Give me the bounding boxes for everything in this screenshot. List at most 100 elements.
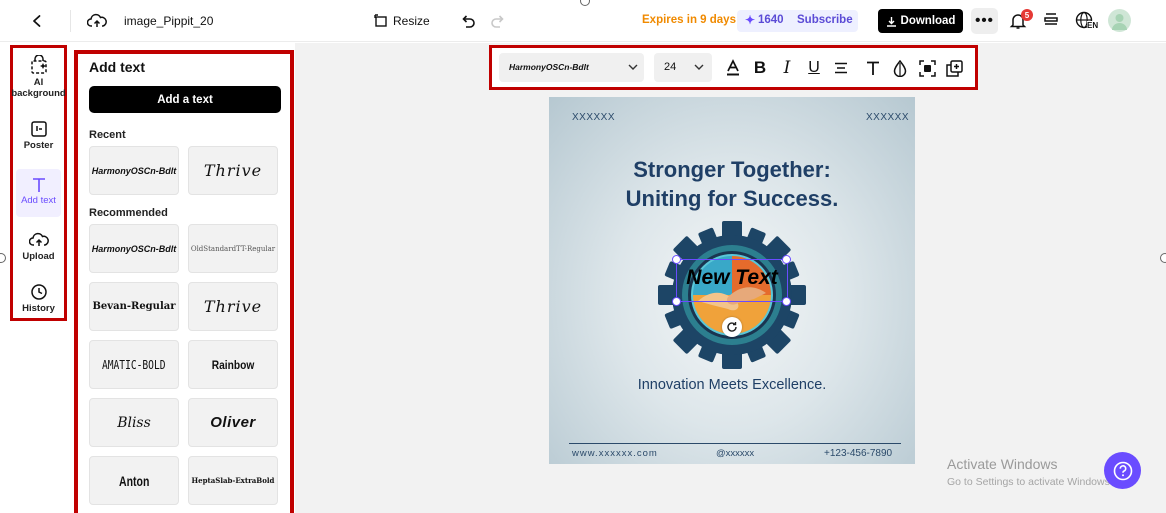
poster-icon	[30, 121, 47, 137]
resize-handle[interactable]	[672, 297, 681, 306]
expires-text: Expires in 9 days	[642, 14, 736, 26]
italic-button[interactable]: I	[776, 57, 798, 79]
font-preview: Bliss	[117, 414, 151, 431]
add-text-button[interactable]: Add a text	[89, 86, 281, 113]
italic-icon: I	[783, 58, 791, 78]
clock-icon	[30, 284, 47, 300]
font-card-recommended[interactable]: Rainbow	[188, 340, 278, 389]
select-area-icon	[918, 59, 936, 77]
font-preview: HeptaSlab-ExtraBold	[191, 476, 275, 485]
font-preview: Oliver	[210, 414, 256, 431]
rail-item-upload[interactable]: Upload	[13, 231, 64, 262]
chevron-left-icon	[33, 15, 41, 27]
font-family-value: HarmonyOSCn-Bdlt	[509, 62, 589, 72]
rail-item-poster[interactable]: Poster	[13, 120, 64, 151]
rail-item-history[interactable]: History	[13, 283, 64, 314]
font-card-recommended[interactable]: Oliver	[188, 398, 278, 447]
resize-handle[interactable]	[782, 255, 791, 264]
chevron-down-icon	[628, 64, 638, 70]
font-size-value: 24	[664, 61, 677, 73]
font-card-recommended[interactable]: Bliss	[89, 398, 179, 447]
align-center-icon	[835, 62, 847, 74]
credits-badge[interactable]: ✦ 1640 Subscribe	[737, 10, 858, 32]
help-button[interactable]	[1104, 452, 1141, 489]
font-preview: Anton	[118, 472, 150, 489]
new-text-overlay[interactable]: New Text	[676, 266, 788, 290]
redo-icon	[491, 15, 504, 28]
poster-canvas[interactable]: XXXXXX XXXXXX Stronger Together: Uniting…	[549, 97, 915, 464]
chevron-down-icon	[694, 64, 704, 70]
font-card-recommended[interactable]: OldStandardTT-Regular	[188, 224, 278, 273]
language-code: EN	[1087, 21, 1099, 30]
cloud-save-button[interactable]	[86, 8, 108, 34]
redo-button[interactable]	[488, 8, 508, 34]
rail-label: History	[22, 303, 55, 314]
rail-label: Add text	[21, 195, 56, 206]
poster-footer-phone: +123-456-7890	[824, 448, 893, 459]
text-style-button[interactable]	[862, 57, 884, 79]
resize-handle[interactable]	[782, 297, 791, 306]
add-text-panel: Add text Add a text Recent HarmonyOSCn-B…	[74, 50, 294, 513]
bold-button[interactable]: B	[749, 57, 771, 79]
font-card-recommended[interactable]: Thrive	[188, 282, 278, 331]
font-preview: HarmonyOSCn-Bdlt	[91, 165, 177, 176]
rotate-handle[interactable]	[722, 317, 742, 337]
font-preview: Bevan-Regular	[92, 301, 176, 312]
poster-headline-2[interactable]: Uniting for Success.	[549, 186, 915, 212]
notification-badge: 5	[1021, 9, 1033, 21]
layers-icon	[1044, 13, 1058, 25]
font-card-recent[interactable]: Thrive	[188, 146, 278, 195]
poster-headline-1[interactable]: Stronger Together:	[549, 157, 915, 183]
underline-button[interactable]: U	[803, 57, 825, 79]
text-icon	[32, 178, 45, 192]
font-preview: Thrive	[203, 297, 263, 316]
resize-label: Resize	[393, 14, 430, 28]
font-card-recommended[interactable]: AMATIC-BOLD	[89, 340, 179, 389]
layers-button[interactable]	[1043, 12, 1061, 30]
canvas-handle[interactable]	[1160, 253, 1166, 263]
duplicate-button[interactable]	[943, 57, 965, 79]
subscribe-link[interactable]: Subscribe	[797, 14, 853, 26]
font-card-recommended[interactable]: HeptaSlab-ExtraBold	[188, 456, 278, 505]
duplicate-icon	[945, 59, 963, 77]
rail-item-ai-background[interactable]: AI background	[11, 55, 66, 99]
back-button[interactable]	[26, 8, 48, 34]
font-preview: HarmonyOSCn-Bdlt	[91, 243, 177, 254]
text-color-icon	[727, 59, 739, 76]
credits-count: 1640	[758, 14, 784, 26]
file-name[interactable]: image_Pippit_20	[124, 14, 213, 28]
font-preview: AMATIC-BOLD	[102, 357, 166, 372]
font-family-select[interactable]: HarmonyOSCn-Bdlt	[499, 53, 644, 82]
align-button[interactable]	[830, 57, 852, 79]
panel-title: Add text	[89, 59, 145, 75]
resize-handle[interactable]	[672, 255, 681, 264]
resize-button[interactable]: Resize	[374, 8, 434, 34]
language-button[interactable]: EN	[1075, 10, 1101, 32]
font-card-recommended[interactable]: HarmonyOSCn-Bdlt	[89, 224, 179, 273]
more-dots-icon: •••	[975, 12, 994, 29]
font-card-recommended[interactable]: Bevan-Regular	[89, 282, 179, 331]
opacity-button[interactable]	[889, 57, 911, 79]
poster-footer-rule	[569, 443, 901, 444]
tool-rail: AI background Poster Add text Upload His…	[10, 45, 67, 321]
rail-label: AI background	[11, 77, 66, 99]
poster-tagline[interactable]: Innovation Meets Excellence.	[549, 377, 915, 393]
canvas-handle[interactable]	[0, 253, 6, 263]
droplet-icon	[893, 59, 907, 77]
crop-button[interactable]	[916, 57, 938, 79]
cloud-upload-icon	[87, 13, 107, 27]
avatar[interactable]	[1108, 9, 1131, 32]
rail-item-add-text[interactable]: Add text	[16, 169, 61, 217]
font-card-recommended[interactable]: Anton	[89, 456, 179, 505]
undo-button[interactable]	[458, 8, 478, 34]
top-bar: image_Pippit_20 Resize Expires in 9 days…	[0, 0, 1166, 42]
notifications-button[interactable]: 5	[1009, 9, 1033, 31]
text-color-button[interactable]	[722, 57, 744, 79]
font-size-select[interactable]: 24	[654, 53, 712, 82]
more-button[interactable]: •••	[971, 8, 998, 34]
text-format-toolbar: HarmonyOSCn-Bdlt 24 B I U	[489, 45, 978, 90]
font-card-recent[interactable]: HarmonyOSCn-Bdlt	[89, 146, 179, 195]
poster-footer-handle: @xxxxxx	[716, 448, 755, 459]
download-button[interactable]: Download	[878, 9, 963, 33]
activate-windows-title: Activate Windows	[947, 456, 1058, 472]
